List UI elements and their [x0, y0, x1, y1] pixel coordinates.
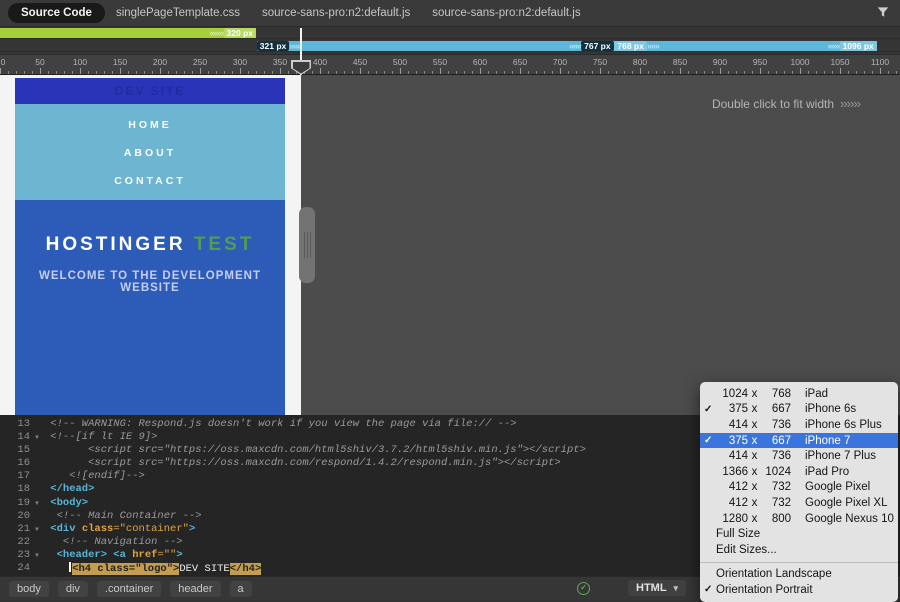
preview-site-container: DEV SITE HOMEABOUTCONTACT HOSTINGER TEST… — [15, 78, 285, 415]
tag-selector-body[interactable]: body — [9, 581, 49, 597]
checkmark-icon: ✓ — [704, 404, 716, 415]
mq-label-768: 768 px — [614, 41, 646, 51]
site-hero: HOSTINGER TEST WELCOME TO THE DEVELOPMEN… — [15, 200, 285, 415]
menu-item-iphone-7[interactable]: ✓375x667iPhone 7 — [700, 433, 898, 449]
tag-selector: bodydiv .container headera — [0, 581, 252, 597]
nav-link-contact[interactable]: CONTACT — [114, 167, 186, 195]
fold-arrow-icon[interactable]: ▼ — [30, 431, 44, 444]
fold-gutter — [30, 444, 44, 457]
live-view-stage: DEV SITE HOMEABOUTCONTACT HOSTINGER TEST… — [0, 75, 900, 415]
fold-gutter — [30, 418, 44, 431]
checkmark-icon: ✓ — [704, 435, 716, 446]
line-number: 13 — [0, 418, 30, 431]
tab-source-sans-pro-n2-default-js[interactable]: source-sans-pro:n2:default.js — [421, 3, 591, 23]
hero-subtitle: WELCOME TO THE DEVELOPMENT WEBSITE — [15, 270, 285, 294]
filter-icon[interactable] — [876, 5, 890, 24]
nav-link-about[interactable]: ABOUT — [124, 139, 176, 167]
line-number: 24 — [0, 562, 30, 575]
line-number: 21 — [0, 523, 30, 536]
hint-chevrons-icon: ›››››› — [840, 96, 860, 111]
menu-separator — [700, 562, 898, 563]
visual-media-queries: ‹‹‹‹‹‹‹320 px 321 px››››››‹‹‹‹‹‹767 px76… — [0, 27, 900, 54]
device-size-menu: 1024x768iPad✓375x667iPhone 6s414x736iPho… — [700, 382, 898, 602]
menu-item-orientation-portrait[interactable]: ✓Orientation Portrait — [700, 582, 898, 598]
tag-selector-container[interactable]: .container — [97, 581, 161, 597]
document-toolbar: Source CodesinglePageTemplate.csssource-… — [0, 0, 900, 27]
line-number: 19 — [0, 497, 30, 510]
mq-label-767: 767 px — [581, 41, 613, 51]
lint-ok-icon: ✓ — [577, 582, 590, 595]
chevrons-right-icon: ›››››› — [647, 41, 659, 51]
fold-gutter — [30, 510, 44, 523]
line-number: 23 — [0, 549, 30, 562]
site-header: DEV SITE — [15, 78, 285, 104]
line-number: 16 — [0, 457, 30, 470]
preview-page: DEV SITE HOMEABOUTCONTACT HOSTINGER TEST… — [0, 75, 301, 415]
media-query-bar-green[interactable]: ‹‹‹‹‹‹‹320 px — [0, 28, 256, 38]
menu-item-orientation-landscape[interactable]: Orientation Landscape — [700, 567, 898, 583]
media-query-bar-blue-1[interactable]: 321 px››››››‹‹‹‹‹‹767 px — [257, 41, 614, 51]
chevrons-left-icon: ‹‹‹‹‹‹‹ — [210, 28, 224, 38]
tag-selector-header[interactable]: header — [170, 581, 220, 597]
chevron-down-icon: ▾ — [674, 583, 679, 593]
menu-item-full-size[interactable]: Full Size — [700, 526, 898, 542]
fold-arrow-icon[interactable]: ▼ — [30, 523, 44, 536]
menu-item-google-pixel[interactable]: 412x732Google Pixel — [700, 480, 898, 496]
mode-dropdown[interactable]: HTML▾ — [628, 580, 686, 596]
chevrons-left-icon: ‹‹‹‹‹‹ — [828, 41, 840, 51]
menu-item-ipad-pro[interactable]: 1366x1024iPad Pro — [700, 464, 898, 480]
menu-item-google-nexus-10[interactable]: 1280x800Google Nexus 10 — [700, 511, 898, 527]
tab-source-code[interactable]: Source Code — [8, 3, 105, 23]
menu-item-iphone-6s[interactable]: ✓375x667iPhone 6s — [700, 402, 898, 418]
hero-title: HOSTINGER TEST — [15, 234, 285, 256]
checkmark-icon: ✓ — [704, 584, 716, 595]
ruler: 0501001502002503003504004505005506006507… — [0, 54, 900, 75]
mq-label-321: 321 px — [257, 41, 289, 51]
text-caret — [69, 562, 71, 572]
line-number: 14 — [0, 431, 30, 444]
line-number: 22 — [0, 536, 30, 549]
viewport-drag-handle[interactable] — [299, 207, 315, 283]
tab-singlepagetemplate-css[interactable]: singlePageTemplate.css — [105, 3, 251, 23]
fold-gutter — [30, 536, 44, 549]
mq-label-320: 320 px — [224, 28, 256, 38]
nav-link-home[interactable]: HOME — [128, 111, 172, 139]
tag-selector-a[interactable]: a — [230, 581, 252, 597]
chevrons-left-icon: ‹‹‹‹‹‹ — [569, 41, 581, 51]
site-nav: HOMEABOUTCONTACT — [15, 104, 285, 200]
hero-title-accent: TEST — [194, 234, 255, 255]
tab-source-sans-pro-n2-default-js[interactable]: source-sans-pro:n2:default.js — [251, 3, 421, 23]
menu-item-iphone-7-plus[interactable]: 414x736iPhone 7 Plus — [700, 448, 898, 464]
line-number: 18 — [0, 483, 30, 496]
line-number: 17 — [0, 470, 30, 483]
menu-item-ipad[interactable]: 1024x768iPad — [700, 386, 898, 402]
line-number: 15 — [0, 444, 30, 457]
media-query-row-blue: 321 px››››››‹‹‹‹‹‹767 px768 px›››››› ‹‹‹‹… — [0, 40, 900, 52]
fold-gutter — [30, 483, 44, 496]
tag-selector-div[interactable]: div — [58, 581, 88, 597]
fold-gutter — [30, 457, 44, 470]
mq-label-1096: 1096 px — [840, 41, 877, 51]
fold-gutter — [30, 470, 44, 483]
media-query-row-green: ‹‹‹‹‹‹‹320 px — [0, 27, 900, 39]
media-query-bar-blue-2[interactable]: 768 px›››››› ‹‹‹‹‹‹1096 px — [614, 41, 876, 51]
menu-item-edit-sizes[interactable]: Edit Sizes... — [700, 542, 898, 558]
line-number: 20 — [0, 510, 30, 523]
site-logo[interactable]: DEV SITE — [115, 84, 186, 98]
fold-arrow-icon[interactable]: ▼ — [30, 549, 44, 562]
fit-width-hint: Double click to fit width›››››› — [712, 96, 860, 111]
fold-gutter — [30, 562, 44, 575]
menu-item-google-pixel-xl[interactable]: 412x732Google Pixel XL — [700, 495, 898, 511]
hero-title-primary: HOSTINGER — [46, 234, 186, 255]
fold-arrow-icon[interactable]: ▼ — [30, 497, 44, 510]
menu-item-iphone-6s-plus[interactable]: 414x736iPhone 6s Plus — [700, 417, 898, 433]
